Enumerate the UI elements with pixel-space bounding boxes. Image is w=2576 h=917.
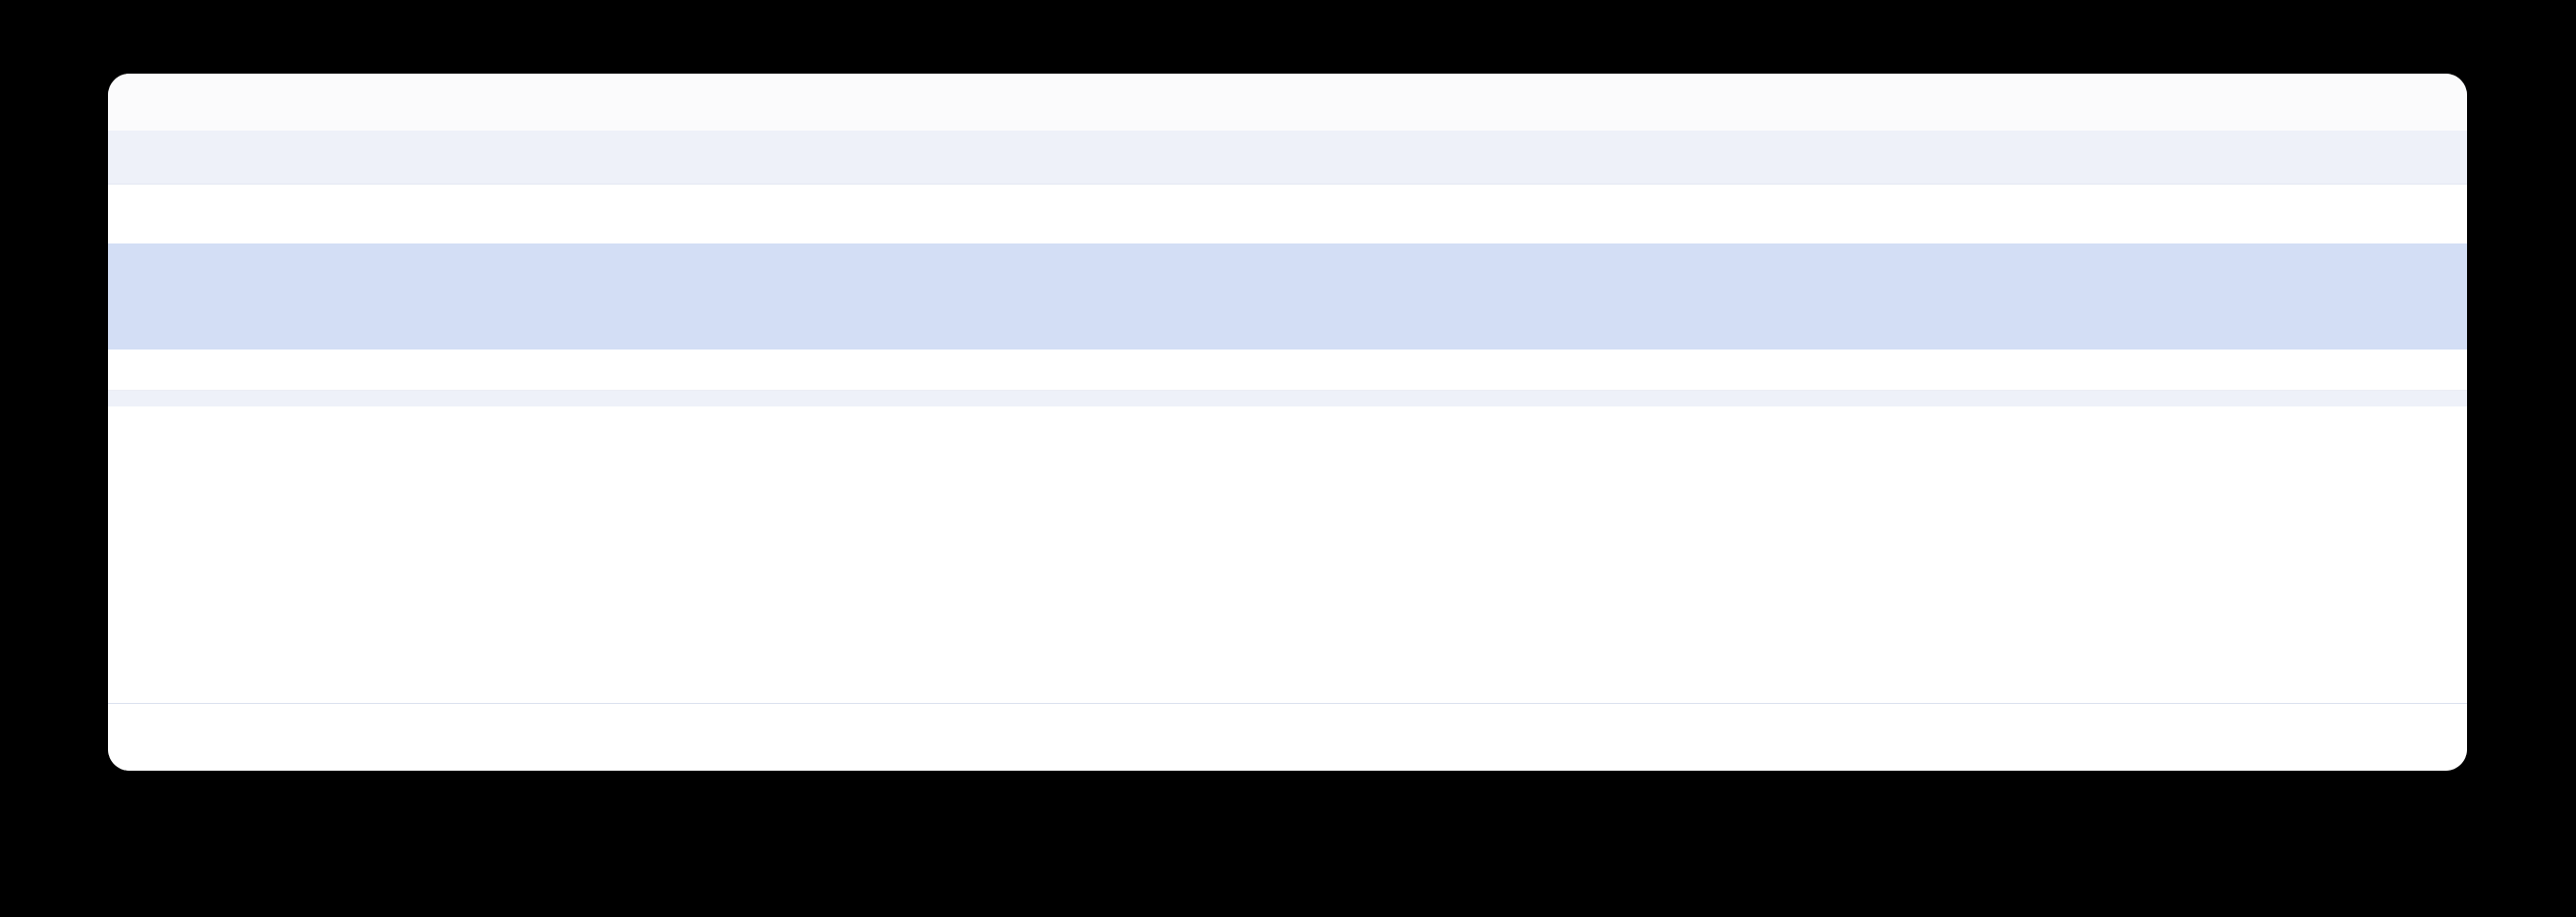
performance-toolbar xyxy=(108,185,2467,243)
close-window-button[interactable] xyxy=(134,93,153,112)
bottom-panel xyxy=(108,703,2467,771)
devtools-tab-bar xyxy=(108,131,2467,185)
timeline-overview[interactable] xyxy=(108,243,2467,350)
detail-time-ruler xyxy=(108,350,2467,391)
window-titlebar[interactable] xyxy=(108,74,2467,131)
zoom-window-button[interactable] xyxy=(186,93,204,112)
minimize-window-button[interactable] xyxy=(160,93,179,112)
flame-chart-tracks[interactable] xyxy=(108,406,2467,703)
devtools-window xyxy=(108,74,2467,771)
panel-splitter[interactable] xyxy=(108,391,2467,406)
